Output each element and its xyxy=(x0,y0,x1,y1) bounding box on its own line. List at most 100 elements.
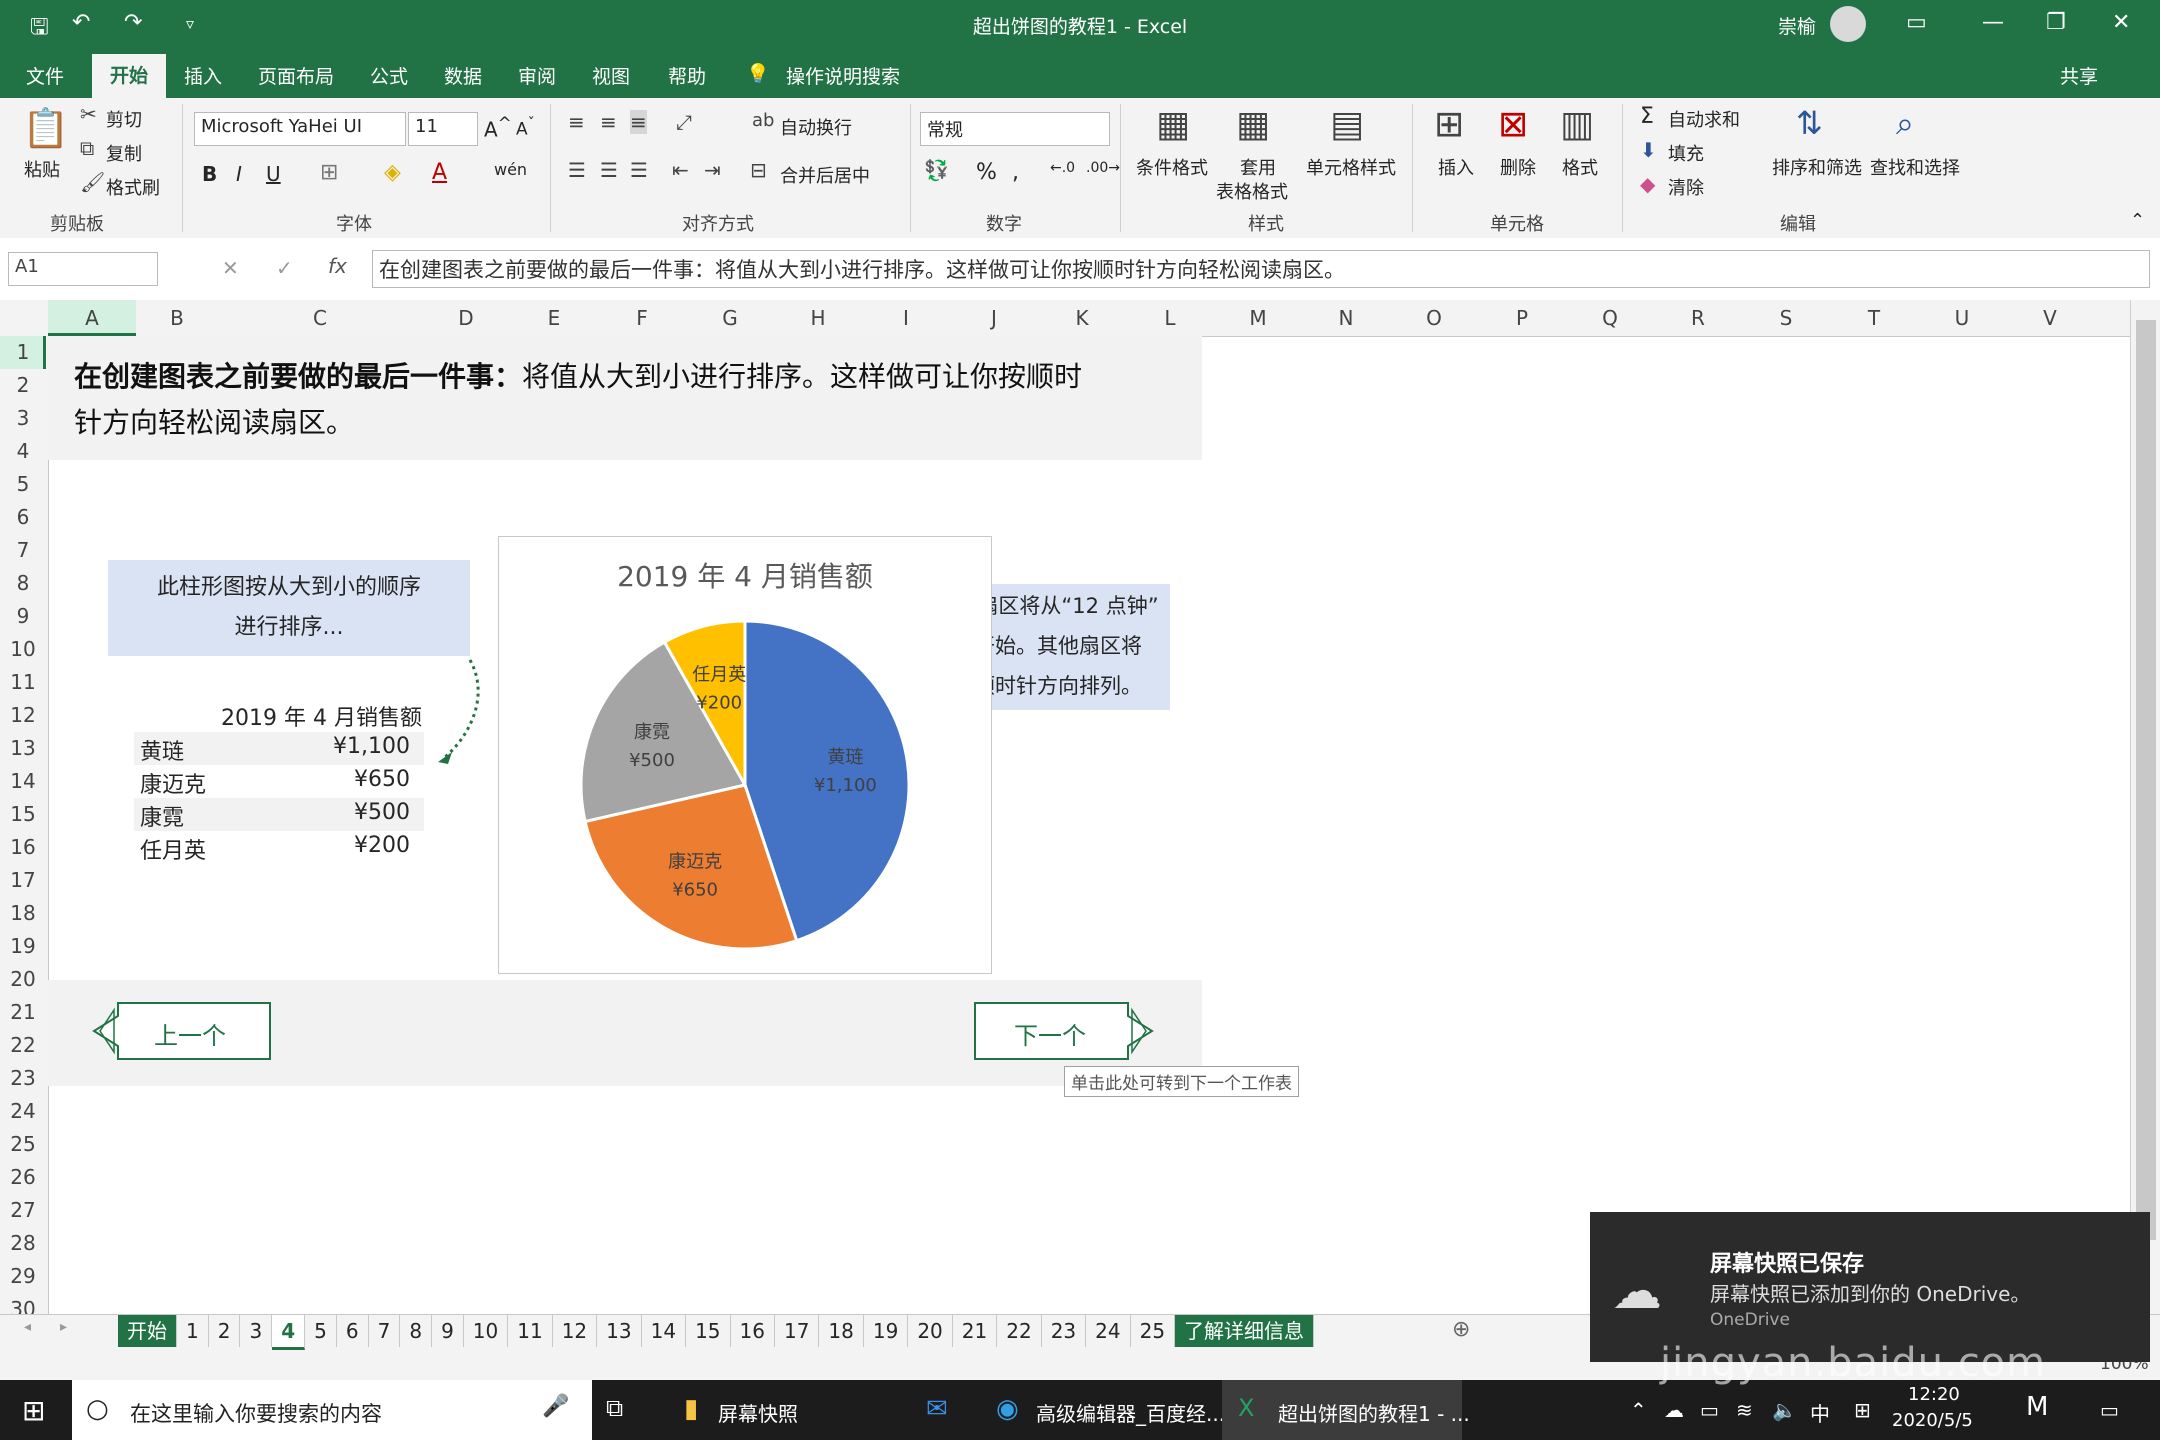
column-header[interactable]: D xyxy=(422,306,510,330)
shrink-font-icon[interactable]: Aˇ xyxy=(516,116,535,140)
paste-icon[interactable]: 📋 xyxy=(22,106,69,151)
sheet-tab[interactable]: 16 xyxy=(731,1315,775,1347)
column-header[interactable]: M xyxy=(1214,306,1302,330)
vertical-scrollbar[interactable] xyxy=(2130,300,2160,1314)
decrease-decimal-icon[interactable]: .00→ xyxy=(1086,160,1120,176)
column-header[interactable]: H xyxy=(774,306,862,330)
row-header[interactable]: 19 xyxy=(0,934,46,958)
align-right-icon[interactable]: ☰ xyxy=(630,158,648,182)
folder-icon[interactable]: ▮ xyxy=(684,1394,698,1424)
format-painter-button[interactable]: 格式刷 xyxy=(106,174,160,200)
row-header[interactable]: 24 xyxy=(0,1099,46,1123)
sheet-tab[interactable]: 5 xyxy=(305,1315,337,1347)
column-header[interactable]: P xyxy=(1478,306,1566,330)
row-header[interactable]: 7 xyxy=(0,538,46,562)
pie-chart-container[interactable]: 2019 年 4 月销售额 黄琏 ¥1,100 康迈克 ¥650 康霓 ¥500 任月英 ¥2… xyxy=(498,536,992,974)
sheet-tab[interactable]: 24 xyxy=(1086,1315,1131,1347)
next-button[interactable]: 下一个 xyxy=(974,1002,1154,1060)
row-header[interactable]: 26 xyxy=(0,1165,46,1189)
column-header[interactable]: S xyxy=(1742,306,1830,330)
column-header[interactable]: I xyxy=(862,306,950,330)
logo-icon[interactable]: M xyxy=(2026,1392,2048,1422)
tab-home[interactable]: 开始 xyxy=(92,54,167,98)
scroll-right-icon[interactable]: ▸ xyxy=(60,1319,67,1335)
restore-icon[interactable]: ❐ xyxy=(2046,10,2066,35)
bold-icon[interactable]: B xyxy=(202,162,217,186)
column-header[interactable]: K xyxy=(1038,306,1126,330)
clock-time[interactable]: 12:20 xyxy=(1908,1384,1960,1405)
column-header[interactable]: R xyxy=(1654,306,1742,330)
wrap-text-icon[interactable]: ab xyxy=(752,110,774,131)
sheet-tab[interactable]: 7 xyxy=(369,1315,401,1347)
insert-cells-icon[interactable]: ⊞ xyxy=(1434,104,1464,145)
share-button[interactable]: 共享 xyxy=(2060,62,2098,89)
increase-indent-icon[interactable]: ⇥ xyxy=(704,158,721,182)
sheet-tab[interactable]: 20 xyxy=(908,1315,953,1347)
row-header[interactable]: 10 xyxy=(0,637,46,661)
mail-icon[interactable]: ✉ xyxy=(926,1394,948,1424)
fill-button[interactable]: 填充 xyxy=(1668,140,1704,166)
increase-decimal-icon[interactable]: ←.0 xyxy=(1050,160,1075,176)
sheet-tab[interactable]: 18 xyxy=(819,1315,864,1347)
onedrive-icon[interactable]: ☁ xyxy=(1664,1398,1684,1422)
column-header[interactable]: B xyxy=(136,306,218,330)
sheet-tab[interactable]: 15 xyxy=(686,1315,731,1347)
cut-icon[interactable]: ✂ xyxy=(80,102,97,126)
row-header[interactable]: 8 xyxy=(0,571,46,595)
ime-indicator[interactable]: 中 xyxy=(1810,1398,1830,1427)
sheet-tab[interactable]: 1 xyxy=(177,1315,209,1347)
sheet-tab[interactable]: 6 xyxy=(337,1315,369,1347)
sheet-tab[interactable]: 22 xyxy=(997,1315,1042,1347)
percent-icon[interactable]: % xyxy=(976,160,997,185)
fill-color-icon[interactable]: ◈ xyxy=(384,160,401,185)
insert-function-icon[interactable]: fx xyxy=(328,254,347,278)
wifi-icon[interactable]: ≋ xyxy=(1736,1398,1753,1422)
column-header[interactable]: E xyxy=(510,306,598,330)
sheet-tab[interactable]: 17 xyxy=(775,1315,820,1347)
close-icon[interactable]: ✕ xyxy=(2112,10,2130,35)
sheet-tab[interactable]: 12 xyxy=(553,1315,598,1347)
windows-start-icon[interactable]: ⊞ xyxy=(22,1394,45,1427)
tab-data[interactable]: 数据 xyxy=(444,62,482,89)
row-header[interactable]: 3 xyxy=(0,406,46,430)
taskbar-app-screenshots[interactable]: 屏幕快照 xyxy=(718,1398,798,1427)
row-header[interactable]: 21 xyxy=(0,1000,46,1024)
cell-styles-button[interactable]: 单元格样式 xyxy=(1306,154,1396,180)
tab-review[interactable]: 审阅 xyxy=(518,62,556,89)
taskbar-search[interactable]: ○ 在这里输入你要搜索的内容 🎤 xyxy=(72,1380,592,1440)
row-header[interactable]: 27 xyxy=(0,1198,46,1222)
sheet-tab[interactable]: 23 xyxy=(1042,1315,1087,1347)
find-select-button[interactable]: 查找和选择 xyxy=(1870,154,1960,180)
format-cells-icon[interactable]: ▥ xyxy=(1560,104,1594,145)
row-header[interactable]: 22 xyxy=(0,1033,46,1057)
tab-page-layout[interactable]: 页面布局 xyxy=(258,62,334,89)
column-header[interactable]: F xyxy=(598,306,686,330)
scroll-thumb[interactable] xyxy=(2136,320,2156,1240)
sheet-tab[interactable]: 13 xyxy=(597,1315,642,1347)
orientation-icon[interactable]: ⤢ xyxy=(676,110,692,134)
column-header[interactable]: N xyxy=(1302,306,1390,330)
font-name-select[interactable]: Microsoft YaHei UI xyxy=(194,112,406,146)
sheet-tab[interactable]: 开始 xyxy=(118,1315,177,1347)
comma-icon[interactable]: , xyxy=(1012,160,1019,185)
row-header[interactable]: 4 xyxy=(0,439,46,463)
taskbar-app-browser[interactable]: 高级编辑器_百度经... xyxy=(1036,1398,1225,1427)
paste-button[interactable]: 粘贴 xyxy=(24,156,60,182)
tray-expand-icon[interactable]: ⌃ xyxy=(1630,1398,1647,1422)
conditional-format-button[interactable]: 条件格式 xyxy=(1136,154,1208,180)
format-table-label-1[interactable]: 套用 xyxy=(1240,154,1276,180)
row-header[interactable]: 5 xyxy=(0,472,46,496)
formula-input[interactable]: 在创建图表之前要做的最后一件事：将值从大到小进行排序。这样做可让你按顺时针方向轻… xyxy=(372,250,2150,288)
tab-insert[interactable]: 插入 xyxy=(184,62,222,89)
row-header[interactable]: 2 xyxy=(0,373,46,397)
row-header[interactable]: 18 xyxy=(0,901,46,925)
sheet-tab[interactable]: 19 xyxy=(864,1315,909,1347)
column-header[interactable]: U xyxy=(1918,306,2006,330)
notification-icon[interactable]: ▭ xyxy=(2100,1398,2119,1422)
column-header[interactable]: J xyxy=(950,306,1038,330)
phonetic-icon[interactable]: wén xyxy=(494,160,527,179)
sheet-tab[interactable]: 2 xyxy=(209,1315,241,1347)
keyboard-icon[interactable]: ⊞ xyxy=(1854,1398,1871,1422)
sheet-tab[interactable]: 了解详细信息 xyxy=(1175,1315,1315,1347)
scroll-left-icon[interactable]: ◂ xyxy=(24,1319,31,1335)
